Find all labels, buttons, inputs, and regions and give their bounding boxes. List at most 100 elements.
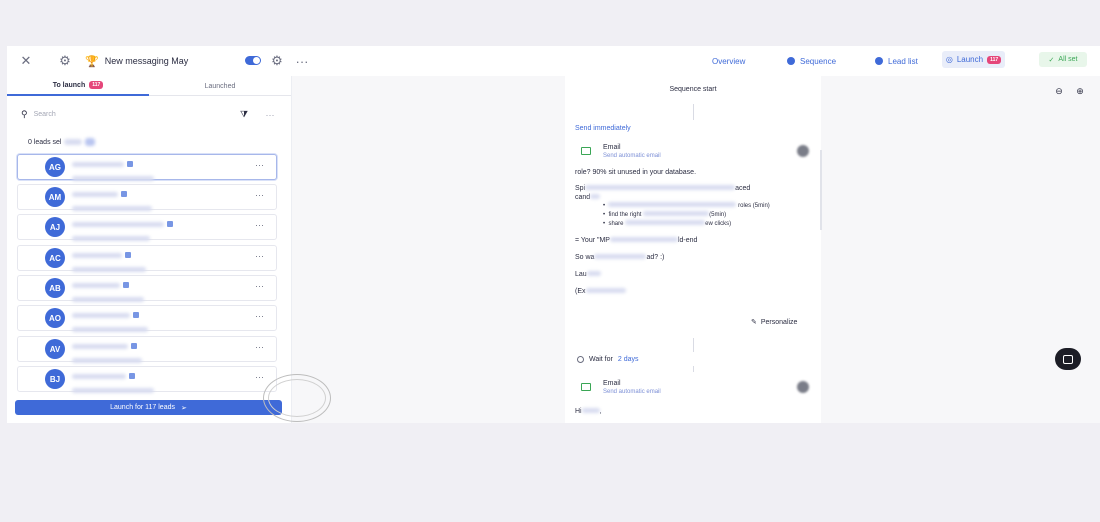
gear-icon[interactable]: ⚙: [266, 46, 288, 76]
redacted-text: [581, 408, 600, 413]
app-window: ✕ ⚙ 🏆 New messaging May ⚙ ··· Overview S…: [7, 46, 1100, 423]
tab-sequence[interactable]: Sequence: [787, 53, 836, 69]
lead-row[interactable]: AC ···: [17, 245, 277, 272]
email-step-text: Email Send automatic email: [603, 144, 661, 159]
search-input[interactable]: ⚲ Search: [21, 106, 227, 123]
redacted-text: [625, 220, 706, 225]
email-step-card[interactable]: Email Send automatic email: [575, 138, 815, 164]
more-options-icon[interactable]: ···: [255, 160, 264, 170]
redacted-text: [72, 312, 130, 318]
launch-button-label: Launch for 117 leads: [110, 404, 175, 411]
lead-row[interactable]: AB ···: [17, 275, 277, 302]
campaign-title: New messaging May: [104, 56, 189, 66]
mail-icon: [581, 383, 591, 391]
sender-avatar: [797, 381, 809, 393]
email-bullet: • share ew clicks): [603, 220, 732, 227]
email-body-text: aced: [735, 185, 751, 192]
more-options-icon[interactable]: ···: [255, 251, 264, 261]
leads-panel: To launch 117 Launched ⚲ Search ⧩ ··· 0 …: [7, 76, 291, 423]
tab-launch[interactable]: ◎ Launch 117: [942, 51, 1005, 68]
leads-tabs: To launch 117 Launched: [7, 76, 291, 96]
email-step-text: Email Send automatic email: [603, 380, 661, 395]
redacted-text: [590, 194, 601, 199]
chat-support-button[interactable]: [1055, 348, 1081, 370]
more-options-icon[interactable]: ···: [261, 106, 279, 123]
lead-row[interactable]: AV ···: [17, 336, 277, 363]
redacted-text: [72, 357, 142, 363]
avatar: BJ: [45, 369, 65, 389]
email-body-line: (Ex: [575, 287, 626, 296]
tab-overview-label: Overview: [712, 56, 746, 66]
step-timing-label: Send immediately: [575, 125, 631, 132]
redacted-badge: [85, 138, 96, 146]
tab-to-launch-label: To launch: [52, 81, 86, 89]
more-options-icon[interactable]: ···: [255, 220, 264, 230]
sequence-scrollbar[interactable]: [820, 150, 822, 230]
to-launch-count-badge: 117: [89, 81, 104, 89]
tab-lead-list-label: Lead list: [888, 56, 918, 66]
filter-icon[interactable]: ⧩: [236, 106, 252, 123]
email-body-text: Spi: [575, 185, 586, 192]
tab-lead-list[interactable]: Lead list: [875, 53, 918, 69]
avatar: AV: [45, 339, 65, 359]
mail-icon: [581, 147, 591, 155]
redacted-text: [594, 254, 647, 259]
lead-row[interactable]: BJ ···: [17, 366, 277, 393]
lead-row[interactable]: AM ···: [17, 184, 277, 211]
email-body-text: share: [608, 221, 624, 227]
send-icon: ➢: [181, 404, 187, 412]
rocket-icon: ◎: [945, 55, 953, 64]
lead-row[interactable]: AG ···: [17, 154, 277, 181]
wait-duration: 2 days: [617, 356, 639, 363]
redacted-text: [643, 211, 710, 216]
connector-line: [693, 366, 694, 372]
avatar: AJ: [45, 217, 65, 237]
lead-info: [72, 275, 144, 302]
settings-icon[interactable]: ⚙: [54, 46, 76, 76]
check-circle-icon: [787, 57, 795, 65]
launch-button[interactable]: Launch for 117 leads ➢: [15, 400, 282, 415]
linkedin-icon: [133, 311, 139, 318]
personalize-button[interactable]: ✎ Personalize: [751, 318, 797, 327]
redacted-text: [72, 296, 144, 302]
lead-row[interactable]: AO ···: [17, 305, 277, 332]
email-step-card[interactable]: Email Send automatic email: [575, 374, 815, 400]
all-set-status: ✓ All set: [1039, 52, 1087, 67]
cursor-highlight: [263, 374, 331, 422]
more-options-icon[interactable]: ···: [255, 372, 264, 382]
lead-info: [72, 184, 152, 211]
email-body-text: So wa: [575, 254, 595, 261]
linkedin-icon: [121, 190, 127, 197]
avatar: AG: [45, 157, 65, 177]
email-body-line: cand: [575, 193, 601, 202]
more-options-icon[interactable]: ···: [291, 46, 313, 76]
campaign-title-field[interactable]: 🏆 New messaging May: [85, 50, 231, 72]
wait-step[interactable]: Wait for 2 days: [577, 356, 638, 363]
lead-info: [72, 245, 146, 272]
zoom-out-icon[interactable]: ⊖: [1052, 84, 1066, 98]
tab-launched[interactable]: Launched: [149, 76, 291, 96]
linkedin-icon: [125, 251, 131, 258]
email-step-subtitle: Send automatic email: [603, 388, 661, 395]
tab-overview[interactable]: Overview: [712, 53, 745, 69]
zoom-in-icon[interactable]: ⊕: [1073, 84, 1087, 98]
redacted-text: [72, 343, 128, 349]
linkedin-icon: [127, 160, 133, 167]
selected-count: 0 leads sel: [28, 136, 96, 148]
close-icon[interactable]: ✕: [15, 46, 37, 76]
more-options-icon[interactable]: ···: [255, 342, 264, 352]
email-bullet: • find the right (5min): [603, 211, 727, 218]
tab-to-launch[interactable]: To launch 117: [7, 76, 149, 96]
email-body-line: = Your "MP ld-end: [575, 236, 697, 245]
more-options-icon[interactable]: ···: [255, 281, 264, 291]
email-body-text: ad? :): [646, 254, 665, 261]
more-options-icon[interactable]: ···: [255, 190, 264, 200]
redacted-text: [72, 191, 118, 197]
search-icon: ⚲: [21, 109, 28, 119]
avatar: AM: [45, 187, 65, 207]
campaign-active-toggle[interactable]: [245, 56, 261, 65]
lead-row[interactable]: AJ ···: [17, 214, 277, 241]
email-step-title: Email: [603, 143, 621, 151]
lead-info: [72, 366, 154, 393]
more-options-icon[interactable]: ···: [255, 311, 264, 321]
